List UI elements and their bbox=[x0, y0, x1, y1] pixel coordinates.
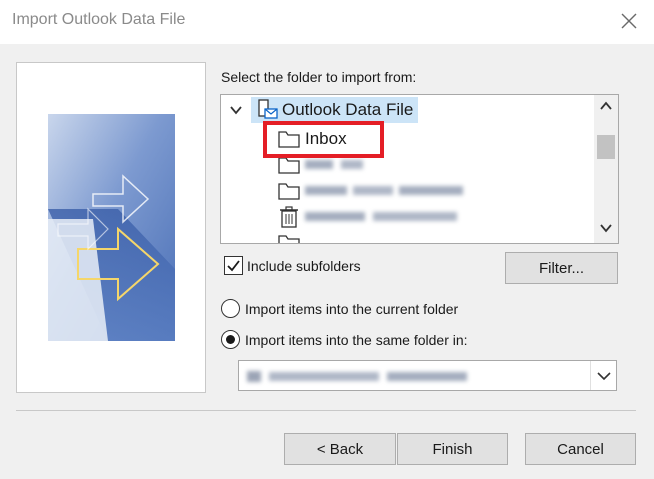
radio-selected-dot bbox=[226, 335, 235, 344]
tree-item-obscured[interactable] bbox=[277, 178, 471, 204]
chevron-up-icon bbox=[600, 101, 612, 110]
tree-scrollbar[interactable] bbox=[594, 95, 618, 243]
close-button[interactable] bbox=[618, 10, 640, 32]
chevron-down-icon bbox=[600, 224, 612, 233]
checkmark-icon bbox=[227, 260, 240, 272]
back-button[interactable]: < Back bbox=[284, 433, 396, 465]
folder-icon bbox=[278, 183, 300, 200]
wizard-graphic bbox=[48, 114, 175, 341]
obscured-label bbox=[301, 209, 471, 226]
obscured-label bbox=[301, 157, 371, 174]
title-bar: Import Outlook Data File bbox=[0, 0, 654, 44]
filter-button[interactable]: Filter... bbox=[505, 252, 618, 284]
dropdown-arrow-button[interactable] bbox=[590, 361, 616, 390]
tree-item-obscured[interactable] bbox=[277, 230, 301, 243]
folder-select-label: Select the folder to import from: bbox=[221, 69, 417, 85]
scroll-up-button[interactable] bbox=[598, 99, 614, 113]
close-icon bbox=[621, 13, 637, 29]
import-current-folder-radio[interactable] bbox=[221, 299, 240, 318]
import-same-folder-radio[interactable] bbox=[221, 330, 240, 349]
scroll-down-button[interactable] bbox=[598, 221, 614, 235]
tree-item-obscured[interactable] bbox=[277, 204, 471, 230]
include-subfolders-label[interactable]: Include subfolders bbox=[247, 258, 361, 274]
obscured-label bbox=[301, 183, 471, 200]
cancel-button[interactable]: Cancel bbox=[525, 433, 636, 465]
separator bbox=[16, 410, 636, 411]
chevron-down-icon bbox=[597, 372, 611, 381]
destination-folder-dropdown[interactable] bbox=[238, 360, 617, 391]
annotation-highlight-box bbox=[263, 121, 384, 158]
expand-toggle[interactable] bbox=[229, 97, 243, 123]
tree-item-root[interactable]: Outlook Data File bbox=[251, 97, 419, 123]
obscured-dropdown-value bbox=[247, 369, 477, 386]
window-title: Import Outlook Data File bbox=[12, 11, 186, 28]
folder-icon bbox=[278, 235, 300, 243]
finish-button[interactable]: Finish bbox=[397, 433, 508, 465]
wizard-image-panel bbox=[16, 62, 206, 393]
scroll-thumb[interactable] bbox=[597, 135, 615, 159]
import-same-folder-label[interactable]: Import items into the same folder in: bbox=[245, 332, 468, 348]
data-file-icon bbox=[258, 99, 278, 119]
import-current-folder-label[interactable]: Import items into the current folder bbox=[245, 301, 458, 317]
trash-icon bbox=[280, 206, 298, 228]
folder-tree[interactable]: Outlook Data File Inbox bbox=[220, 94, 619, 244]
include-subfolders-checkbox[interactable] bbox=[224, 256, 243, 275]
chevron-down-icon bbox=[230, 106, 242, 115]
tree-item-label: Outlook Data File bbox=[282, 100, 414, 119]
